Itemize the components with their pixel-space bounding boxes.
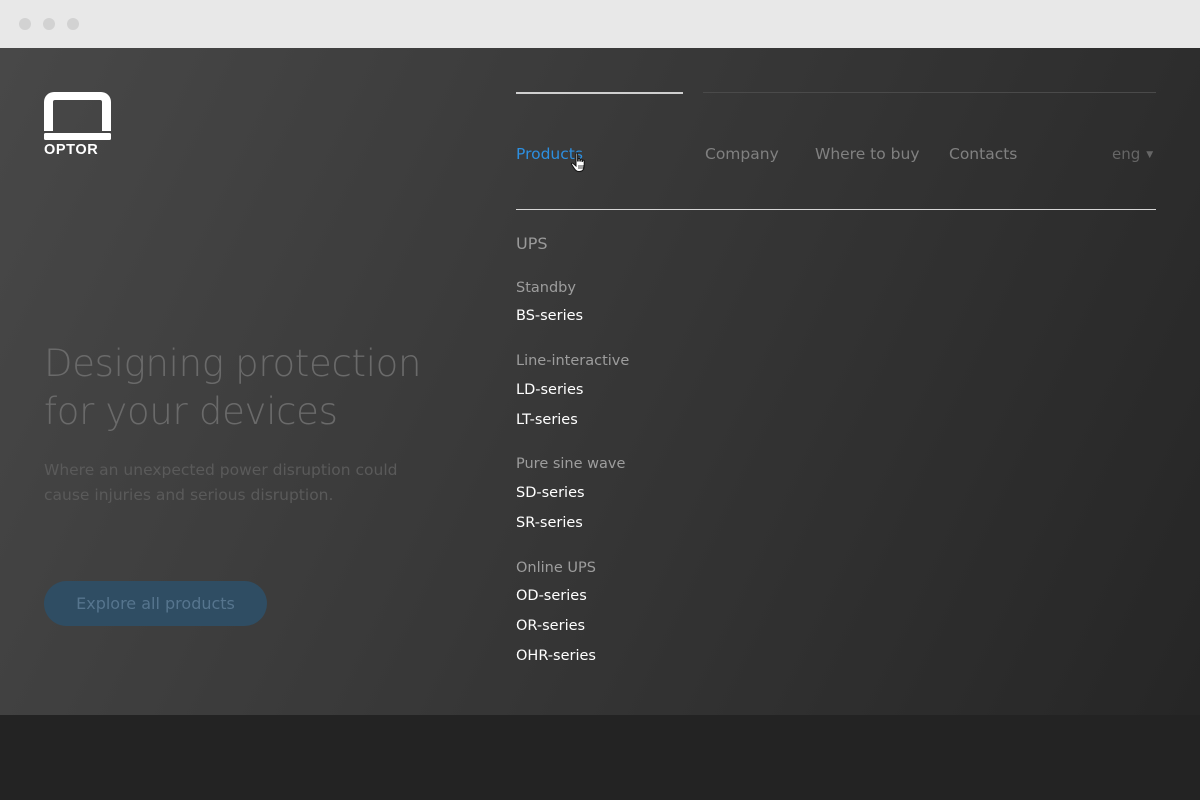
language-label: eng [1112, 145, 1141, 163]
menu-link-sr-series[interactable]: SR-series [516, 513, 583, 533]
caret-down-icon: ▼ [1146, 150, 1154, 160]
brand-logo[interactable]: OPTOR [44, 92, 112, 158]
menu-link-or-series[interactable]: OR-series [516, 616, 585, 636]
menu-divider [516, 209, 1156, 210]
menu-link-lt-series[interactable]: LT-series [516, 410, 578, 430]
menu-link-od-series[interactable]: OD-series [516, 586, 587, 606]
window-minimize-dot[interactable] [43, 18, 55, 30]
hero-headline-line-2: for your devices [44, 390, 338, 433]
menu-category-pure-sine-wave: Pure sine wave [516, 456, 626, 472]
nav-active-indicator [516, 92, 683, 94]
browser-window: OPTOR Designing protection for your devi… [0, 0, 1200, 800]
nav-top-divider [703, 92, 1156, 93]
menu-category-line-interactive: Line-interactive [516, 353, 630, 369]
language-selector[interactable]: eng ▼ [1112, 144, 1153, 165]
hand-pointer-icon [570, 152, 585, 172]
menu-link-bs-series[interactable]: BS-series [516, 306, 583, 326]
menu-link-ld-series[interactable]: LD-series [516, 380, 583, 400]
menu-link-sd-series[interactable]: SD-series [516, 483, 585, 503]
hero-headline-line-1: Designing protection [44, 342, 422, 385]
page-footer-band [0, 715, 1200, 800]
hero-subline-line-1: Where an unexpected power disruption cou… [44, 461, 398, 479]
menu-title: UPS [516, 234, 548, 253]
window-maximize-dot[interactable] [67, 18, 79, 30]
menu-link-ohr-series[interactable]: OHR-series [516, 646, 596, 666]
brand-wordmark: OPTOR [44, 142, 99, 158]
nav-item-company[interactable]: Company [705, 144, 779, 164]
nav-item-where-to-buy[interactable]: Where to buy [815, 144, 920, 164]
hero-section: OPTOR Designing protection for your devi… [0, 48, 1200, 715]
hero-subline-line-2: cause injuries and serious disruption. [44, 486, 334, 504]
menu-category-online-ups: Online UPS [516, 560, 596, 576]
menu-category-standby: Standby [516, 280, 576, 296]
explore-products-button[interactable]: Explore all products [44, 581, 267, 626]
hero-headline: Designing protection for your devices [44, 340, 484, 436]
logo-mark-icon [44, 92, 111, 140]
hero-subline: Where an unexpected power disruption cou… [44, 458, 444, 508]
nav-item-contacts[interactable]: Contacts [949, 144, 1017, 164]
window-titlebar [0, 0, 1200, 48]
window-close-dot[interactable] [19, 18, 31, 30]
